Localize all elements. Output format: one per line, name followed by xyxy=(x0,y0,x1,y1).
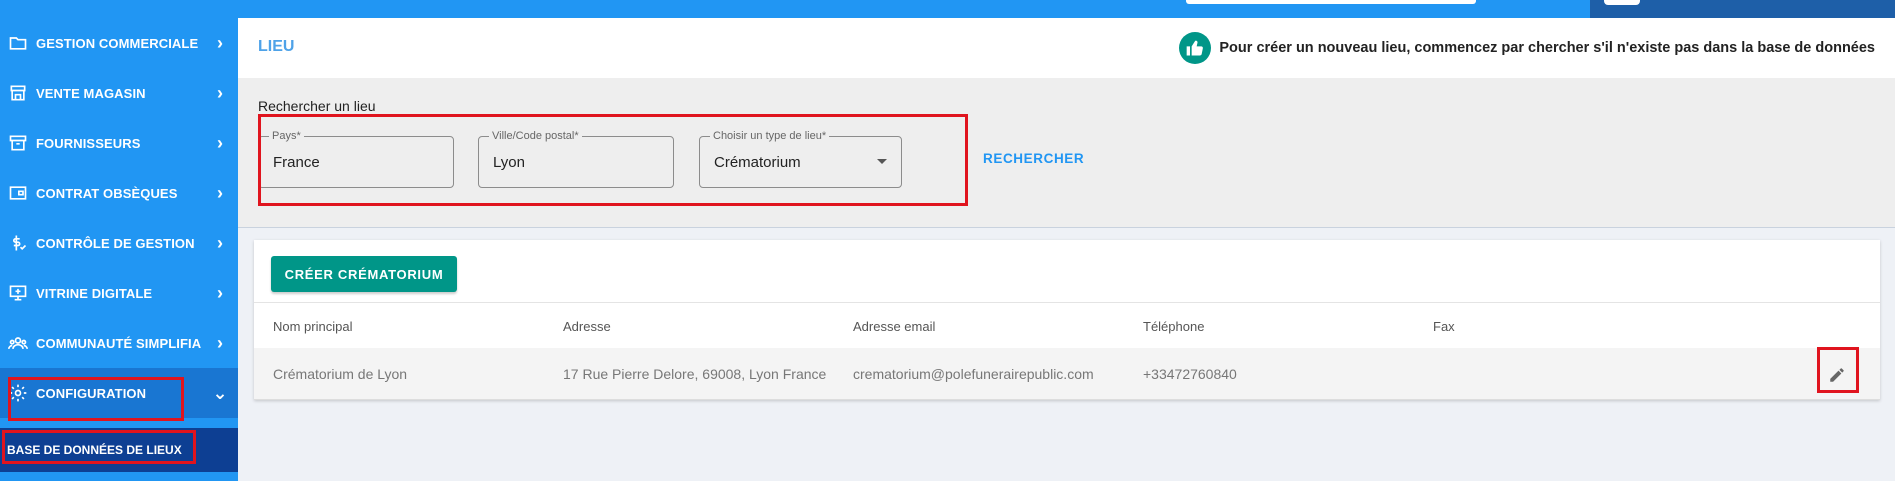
table-header: Nom principal Adresse Adresse email Télé… xyxy=(254,302,1880,348)
sidebar-item-communaute-simplifia[interactable]: COMMUNAUTÉ SIMPLIFIA › xyxy=(0,318,238,368)
global-search-input[interactable] xyxy=(1186,0,1476,4)
sidebar-item-vitrine-digitale[interactable]: VITRINE DIGITALE › xyxy=(0,268,238,318)
sidebar-item-configuration[interactable]: CONFIGURATION ⌄ xyxy=(0,368,238,418)
sidebar-item-label: CONFIGURATION xyxy=(36,385,147,401)
chevron-right-icon: › xyxy=(217,32,223,53)
top-bar xyxy=(0,0,1895,18)
column-header: Téléphone xyxy=(1143,319,1205,334)
create-crematorium-button[interactable]: CRÉER CRÉMATORIUM xyxy=(271,256,457,292)
sidebar-item-vente-magasin[interactable]: VENTE MAGASIN › xyxy=(0,68,238,118)
contract-icon xyxy=(0,183,36,203)
chevron-down-icon: ⌄ xyxy=(212,382,228,403)
cell-address: 17 Rue Pierre Delore, 69008, Lyon France xyxy=(563,366,827,382)
column-header: Fax xyxy=(1433,319,1455,334)
dropdown-arrow-icon xyxy=(877,159,887,164)
sidebar-item-label: VENTE MAGASIN xyxy=(36,85,146,101)
thumbs-up-icon xyxy=(1179,32,1212,64)
column-header: Adresse xyxy=(563,319,611,334)
edit-icon[interactable] xyxy=(1822,360,1852,390)
sidebar-item-label: COMMUNAUTÉ SIMPLIFIA xyxy=(36,335,202,351)
country-value: France xyxy=(273,154,320,171)
page-title: LIEU xyxy=(258,38,295,55)
chevron-right-icon: › xyxy=(217,132,223,153)
place-type-label: Choisir un type de lieu* xyxy=(710,130,830,142)
city-field[interactable]: Ville/Code postal* Lyon xyxy=(478,130,674,188)
sidebar-item-fournisseurs[interactable]: FOURNISSEURS › xyxy=(0,118,238,168)
sidebar: GESTION COMMERCIALE › VENTE MAGASIN › FO… xyxy=(0,18,238,481)
table-row[interactable]: Crématorium de Lyon 17 Rue Pierre Delore… xyxy=(254,348,1880,400)
cell-email: crematorium@polefunerairepublic.com xyxy=(853,366,1094,382)
settings-icon xyxy=(0,383,36,403)
column-header: Adresse email xyxy=(853,319,936,334)
monitor-icon xyxy=(0,283,36,303)
sidebar-item-label: CONTRÔLE DE GESTION xyxy=(36,235,195,251)
sidebar-item-contrat-obseques[interactable]: CONTRAT OBSÈQUES › xyxy=(0,168,238,218)
place-type-select[interactable]: Choisir un type de lieu* Crématorium xyxy=(699,130,902,188)
archive-icon xyxy=(0,133,36,153)
chevron-right-icon: › xyxy=(217,282,223,303)
cell-name: Crématorium de Lyon xyxy=(273,366,408,382)
search-panel: Rechercher un lieu Pays* France Ville/Co… xyxy=(238,78,1895,228)
page-header: LIEU Pour créer un nouveau lieu, commenc… xyxy=(238,18,1895,78)
country-label: Pays* xyxy=(269,130,304,142)
info-tip-text: Pour créer un nouveau lieu, commencez pa… xyxy=(1219,40,1875,56)
country-field[interactable]: Pays* France xyxy=(258,130,454,188)
city-label: Ville/Code postal* xyxy=(489,130,582,142)
chevron-right-icon: › xyxy=(217,182,223,203)
sidebar-item-label: VITRINE DIGITALE xyxy=(36,285,153,301)
city-value: Lyon xyxy=(493,154,525,171)
search-button[interactable]: RECHERCHER xyxy=(983,151,1084,166)
money-icon xyxy=(0,233,36,253)
chevron-right-icon: › xyxy=(217,232,223,253)
chevron-right-icon: › xyxy=(217,82,223,103)
search-title: Rechercher un lieu xyxy=(258,98,376,114)
sidebar-item-label: GESTION COMMERCIALE xyxy=(36,35,199,51)
info-tip: Pour créer un nouveau lieu, commencez pa… xyxy=(1179,32,1875,64)
folder-icon xyxy=(0,33,36,53)
column-header: Nom principal xyxy=(273,319,353,334)
place-type-value: Crématorium xyxy=(714,154,801,171)
sidebar-item-label: CONTRAT OBSÈQUES xyxy=(36,185,178,201)
chevron-right-icon: › xyxy=(217,332,223,353)
results-card: CRÉER CRÉMATORIUM Nom principal Adresse … xyxy=(254,240,1880,400)
community-icon xyxy=(0,333,36,353)
store-icon xyxy=(0,83,36,103)
sidebar-subitem-base-de-donnees-de-lieux[interactable]: BASE DE DONNÉES DE LIEUX xyxy=(0,428,238,472)
user-menu[interactable] xyxy=(1590,0,1895,18)
cell-phone: +33472760840 xyxy=(1143,366,1237,382)
sidebar-item-gestion-commerciale[interactable]: GESTION COMMERCIALE › xyxy=(0,18,238,68)
user-avatar xyxy=(1604,0,1640,5)
sidebar-item-label: FOURNISSEURS xyxy=(36,135,141,151)
sidebar-item-controle-de-gestion[interactable]: CONTRÔLE DE GESTION › xyxy=(0,218,238,268)
